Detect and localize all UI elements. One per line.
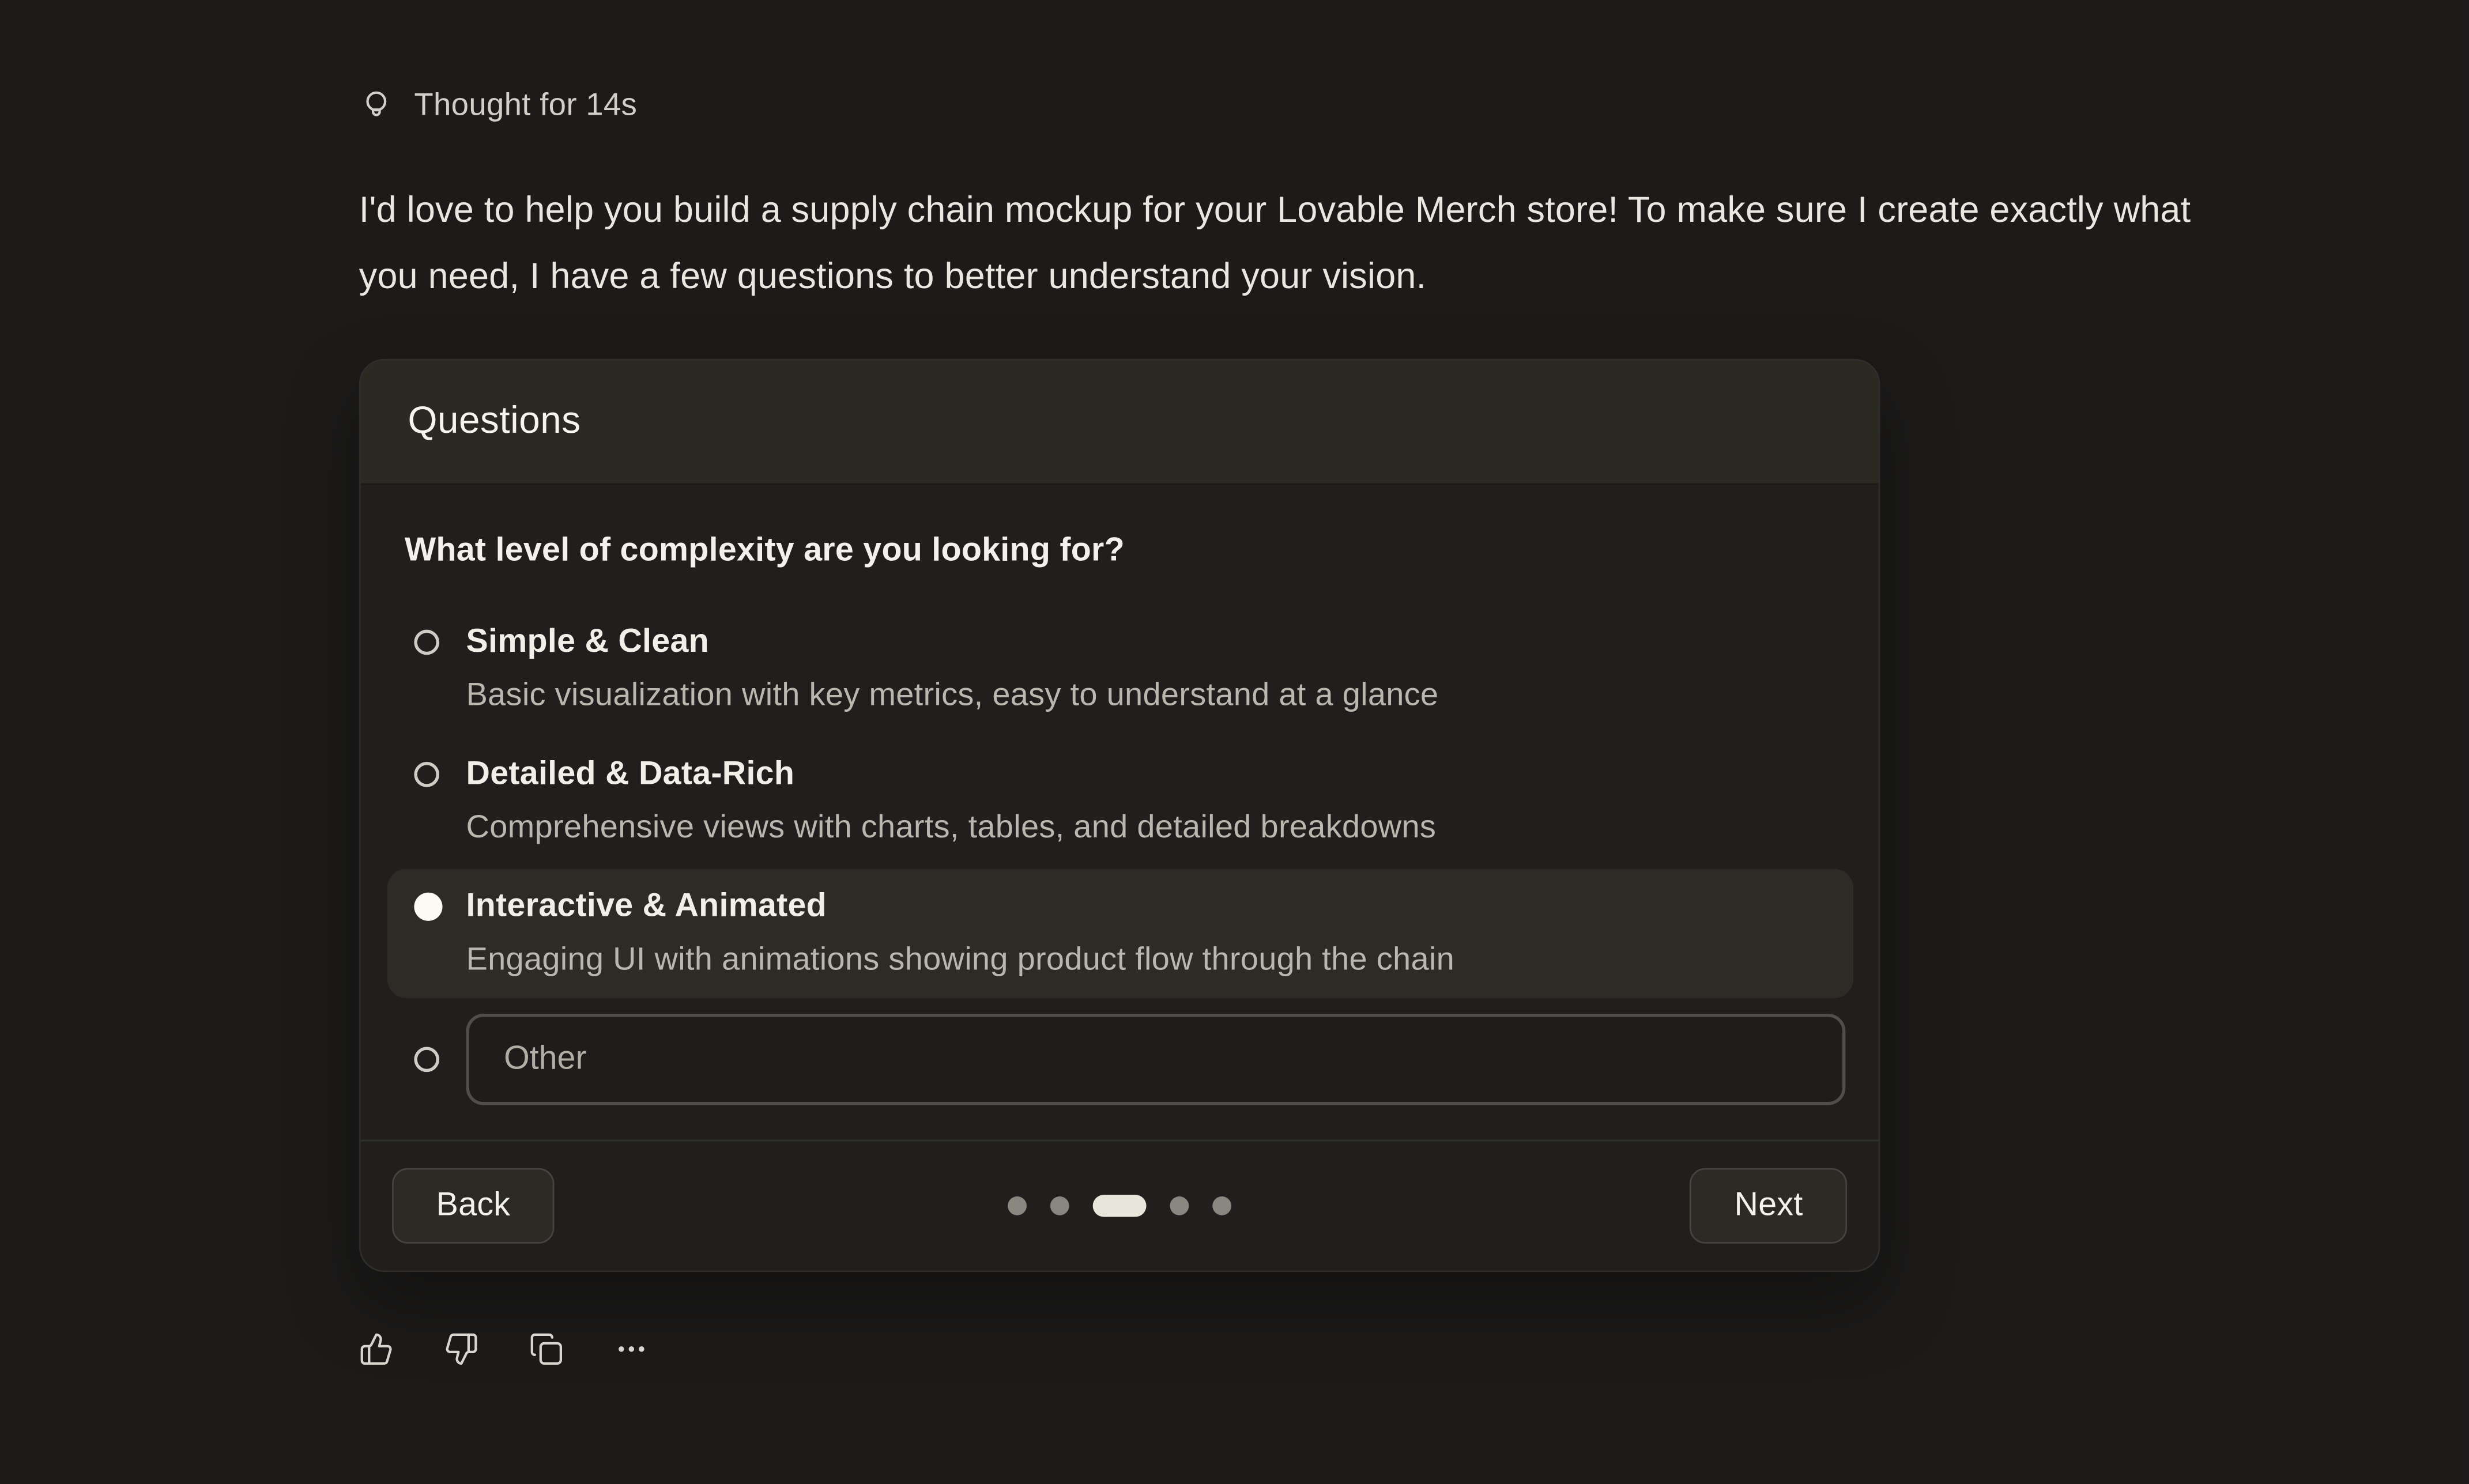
option-label: Detailed & Data-Rich <box>466 753 1835 796</box>
option-description: Comprehensive views with charts, tables,… <box>466 806 1835 850</box>
radio-selected-icon[interactable] <box>414 893 442 921</box>
message-actions <box>359 1332 2217 1366</box>
next-button[interactable]: Next <box>1690 1168 1847 1244</box>
option-label: Interactive & Animated <box>466 885 1835 928</box>
questions-card-body: What level of complexity are you looking… <box>361 485 1879 1139</box>
lightbulb-icon <box>359 88 394 123</box>
progress-dot <box>1212 1196 1231 1215</box>
back-button[interactable]: Back <box>392 1168 555 1244</box>
progress-dot <box>1170 1196 1189 1215</box>
radio-unselected-icon[interactable] <box>414 762 439 787</box>
assistant-message-text: I'd love to help you build a supply chai… <box>359 176 2217 308</box>
thumbs-up-icon <box>359 1332 394 1366</box>
copy-icon <box>529 1332 564 1366</box>
card-title: Questions <box>408 400 581 444</box>
questions-card-footer: Back Next <box>361 1140 1879 1271</box>
questions-card: Questions What level of complexity are y… <box>359 359 1880 1272</box>
questions-card-header: Questions <box>361 361 1879 485</box>
progress-dots <box>1008 1195 1231 1217</box>
option-interactive-animated[interactable]: Interactive & Animated Engaging UI with … <box>387 869 1853 998</box>
option-other[interactable] <box>387 1014 1853 1105</box>
more-options-button[interactable] <box>614 1332 649 1366</box>
progress-dot <box>1008 1196 1027 1215</box>
option-label: Simple & Clean <box>466 620 1835 664</box>
thought-duration-label: Thought for 14s <box>414 88 637 124</box>
copy-button[interactable] <box>529 1332 564 1366</box>
thumbs-down-icon <box>444 1332 478 1366</box>
option-description: Engaging UI with animations showing prod… <box>466 938 1835 982</box>
thumbs-down-button[interactable] <box>444 1332 478 1366</box>
option-detailed-data-rich[interactable]: Detailed & Data-Rich Comprehensive views… <box>387 737 1853 866</box>
option-description: Basic visualization with key metrics, ea… <box>466 674 1835 718</box>
progress-dot-active <box>1093 1195 1147 1217</box>
chat-message-view: Thought for 14s I'd love to help you bui… <box>0 0 2469 1484</box>
radio-unselected-icon[interactable] <box>414 1047 439 1072</box>
more-options-icon <box>614 1332 649 1366</box>
question-text: What level of complexity are you looking… <box>405 532 1853 570</box>
radio-unselected-icon[interactable] <box>414 630 439 655</box>
other-option-input[interactable] <box>466 1014 1846 1105</box>
option-simple-clean[interactable]: Simple & Clean Basic visualization with … <box>387 605 1853 734</box>
thumbs-up-button[interactable] <box>359 1332 394 1366</box>
thought-header[interactable]: Thought for 14s <box>359 85 2217 126</box>
progress-dot <box>1050 1196 1069 1215</box>
